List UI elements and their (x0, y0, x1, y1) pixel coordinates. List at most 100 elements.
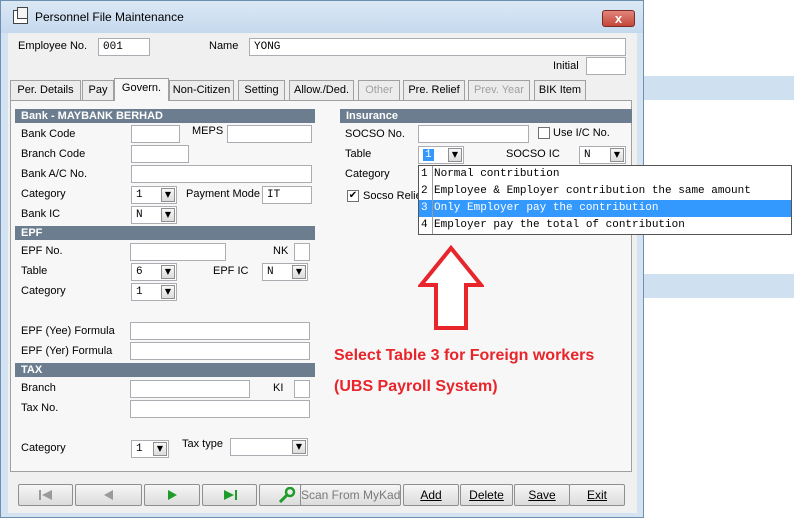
bank-account-label: Bank A/C No. (21, 168, 88, 180)
epf-yer-formula-input[interactable] (130, 342, 310, 360)
dropdown-option[interactable]: 2 Employee & Employer contribution the s… (419, 183, 791, 200)
background-strip-2 (640, 274, 794, 298)
epf-no-input[interactable] (130, 243, 226, 261)
app-icon (13, 7, 28, 24)
annotation-line-2: (UBS Payroll System) (334, 378, 498, 395)
socso-no-input[interactable] (418, 125, 529, 143)
epf-ic-value: N (267, 266, 274, 278)
name-input[interactable]: YONG (249, 38, 626, 56)
meps-input[interactable] (227, 125, 312, 143)
ki-label: KI (273, 382, 284, 394)
branch-code-input[interactable] (131, 145, 189, 163)
insurance-table-label: Table (345, 148, 372, 160)
chevron-down-icon[interactable]: ▼ (153, 442, 167, 456)
nk-label: NK (273, 245, 289, 257)
dropdown-option-selected[interactable]: 3 Only Employer pay the contribution (419, 200, 791, 217)
name-label: Name (209, 40, 239, 52)
epf-category-label: Category (21, 285, 66, 297)
chevron-down-icon[interactable]: ▼ (292, 265, 306, 279)
tab-pre-relief[interactable]: Pre. Relief (403, 80, 465, 100)
tab-govern[interactable]: Govern. (114, 78, 169, 101)
title-bar[interactable]: Personnel File Maintenance x (1, 1, 643, 33)
dropdown-option[interactable]: 1 Normal contribution (419, 166, 791, 183)
epf-category-select[interactable]: 1 ▼ (131, 283, 177, 301)
close-button[interactable]: x (602, 10, 635, 27)
chevron-down-icon[interactable]: ▼ (161, 188, 175, 202)
tax-no-label: Tax No. (21, 402, 59, 414)
tab-bik-item[interactable]: BIK Item (534, 80, 586, 100)
tax-category-value: 1 (136, 443, 143, 455)
insurance-section-header: Insurance (340, 109, 632, 123)
tab-other: Other (358, 80, 400, 100)
dropdown-option-text: Only Employer pay the contribution (432, 200, 658, 217)
bank-code-input[interactable] (131, 125, 180, 143)
employee-no-input[interactable]: 001 (98, 38, 150, 56)
ki-input[interactable] (294, 380, 310, 398)
socso-ic-label: SOCSO IC (506, 148, 560, 160)
bank-account-input[interactable] (131, 165, 312, 183)
tab-allow-ded[interactable]: Allow./Ded. (289, 80, 354, 100)
tab-pay[interactable]: Pay (82, 80, 114, 100)
next-record-button[interactable] (144, 484, 200, 506)
socso-relief-checkbox[interactable]: ✔ (347, 190, 359, 202)
chevron-down-icon[interactable]: ▼ (448, 148, 462, 162)
tax-no-input[interactable] (130, 400, 310, 418)
epf-table-label: Table (21, 265, 48, 277)
employee-no-label: Employee No. (18, 40, 88, 52)
dropdown-option-text: Employer pay the total of contribution (432, 217, 685, 234)
tab-strip: Per. Details Pay Govern. Non-Citizen Set… (10, 78, 636, 101)
chevron-down-icon[interactable]: ▼ (161, 265, 175, 279)
bank-ic-label: Bank IC (21, 208, 61, 220)
last-record-button[interactable] (202, 484, 257, 506)
tab-non-citizen[interactable]: Non-Citizen (169, 80, 234, 100)
epf-no-label: EPF No. (21, 245, 63, 257)
dropdown-option-text: Employee & Employer contribution the sam… (432, 183, 751, 200)
first-record-button[interactable] (18, 484, 73, 506)
bank-section-header: Bank - MAYBANK BERHAD (15, 109, 315, 123)
tax-branch-input[interactable] (130, 380, 250, 398)
tax-type-select[interactable]: ▼ (230, 438, 308, 456)
window-title: Personnel File Maintenance (35, 10, 184, 24)
bank-category-select[interactable]: 1 ▼ (131, 186, 177, 204)
nk-input[interactable] (294, 243, 310, 261)
dropdown-option-number: 3 (421, 202, 428, 214)
previous-icon (103, 490, 113, 500)
tab-setting[interactable]: Setting (238, 80, 285, 100)
exit-button[interactable]: Exit (569, 484, 625, 506)
add-button[interactable]: Add (403, 484, 459, 506)
save-button[interactable]: Save (514, 484, 570, 506)
socso-relief-label: Socso Relie (363, 190, 422, 202)
epf-table-select[interactable]: 6 ▼ (131, 263, 177, 281)
annotation-line-1: Select Table 3 for Foreign workers (334, 347, 595, 364)
scan-from-mykad-button[interactable]: Scan From MyKad (300, 484, 401, 506)
bank-ic-select[interactable]: N ▼ (131, 206, 177, 224)
tax-section-header: TAX (15, 363, 315, 377)
tab-per-details[interactable]: Per. Details (10, 80, 81, 100)
insurance-category-label: Category (345, 168, 390, 180)
delete-button[interactable]: Delete (460, 484, 513, 506)
socso-ic-select[interactable]: N ▼ (579, 146, 626, 164)
epf-yer-formula-label: EPF (Yer) Formula (21, 345, 113, 357)
epf-ic-select[interactable]: N ▼ (262, 263, 308, 281)
use-ic-checkbox[interactable] (538, 127, 550, 139)
previous-record-button[interactable] (75, 484, 142, 506)
up-arrow-annotation-icon (418, 245, 484, 330)
branch-code-label: Branch Code (21, 148, 86, 160)
epf-yee-formula-input[interactable] (130, 322, 310, 340)
tax-category-label: Category (21, 442, 66, 454)
chevron-down-icon[interactable]: ▼ (292, 440, 306, 454)
chevron-down-icon[interactable]: ▼ (161, 208, 175, 222)
epf-section-header: EPF (15, 226, 315, 240)
payment-mode-input[interactable]: IT (262, 186, 312, 204)
dropdown-option[interactable]: 4 Employer pay the total of contribution (419, 217, 791, 234)
insurance-table-select[interactable]: 1 ▼ (418, 146, 464, 164)
chevron-down-icon[interactable]: ▼ (161, 285, 175, 299)
tax-category-select[interactable]: 1 ▼ (131, 440, 169, 458)
initial-input[interactable] (586, 57, 626, 75)
button-bar: Scan From MyKad Add Delete Save Exit (18, 484, 628, 506)
epf-table-value: 6 (136, 266, 143, 278)
chevron-down-icon[interactable]: ▼ (610, 148, 624, 162)
table-dropdown-list: 1 Normal contribution 2 Employee & Emplo… (418, 165, 792, 235)
bank-code-label: Bank Code (21, 128, 76, 140)
dropdown-option-text: Normal contribution (432, 166, 559, 183)
